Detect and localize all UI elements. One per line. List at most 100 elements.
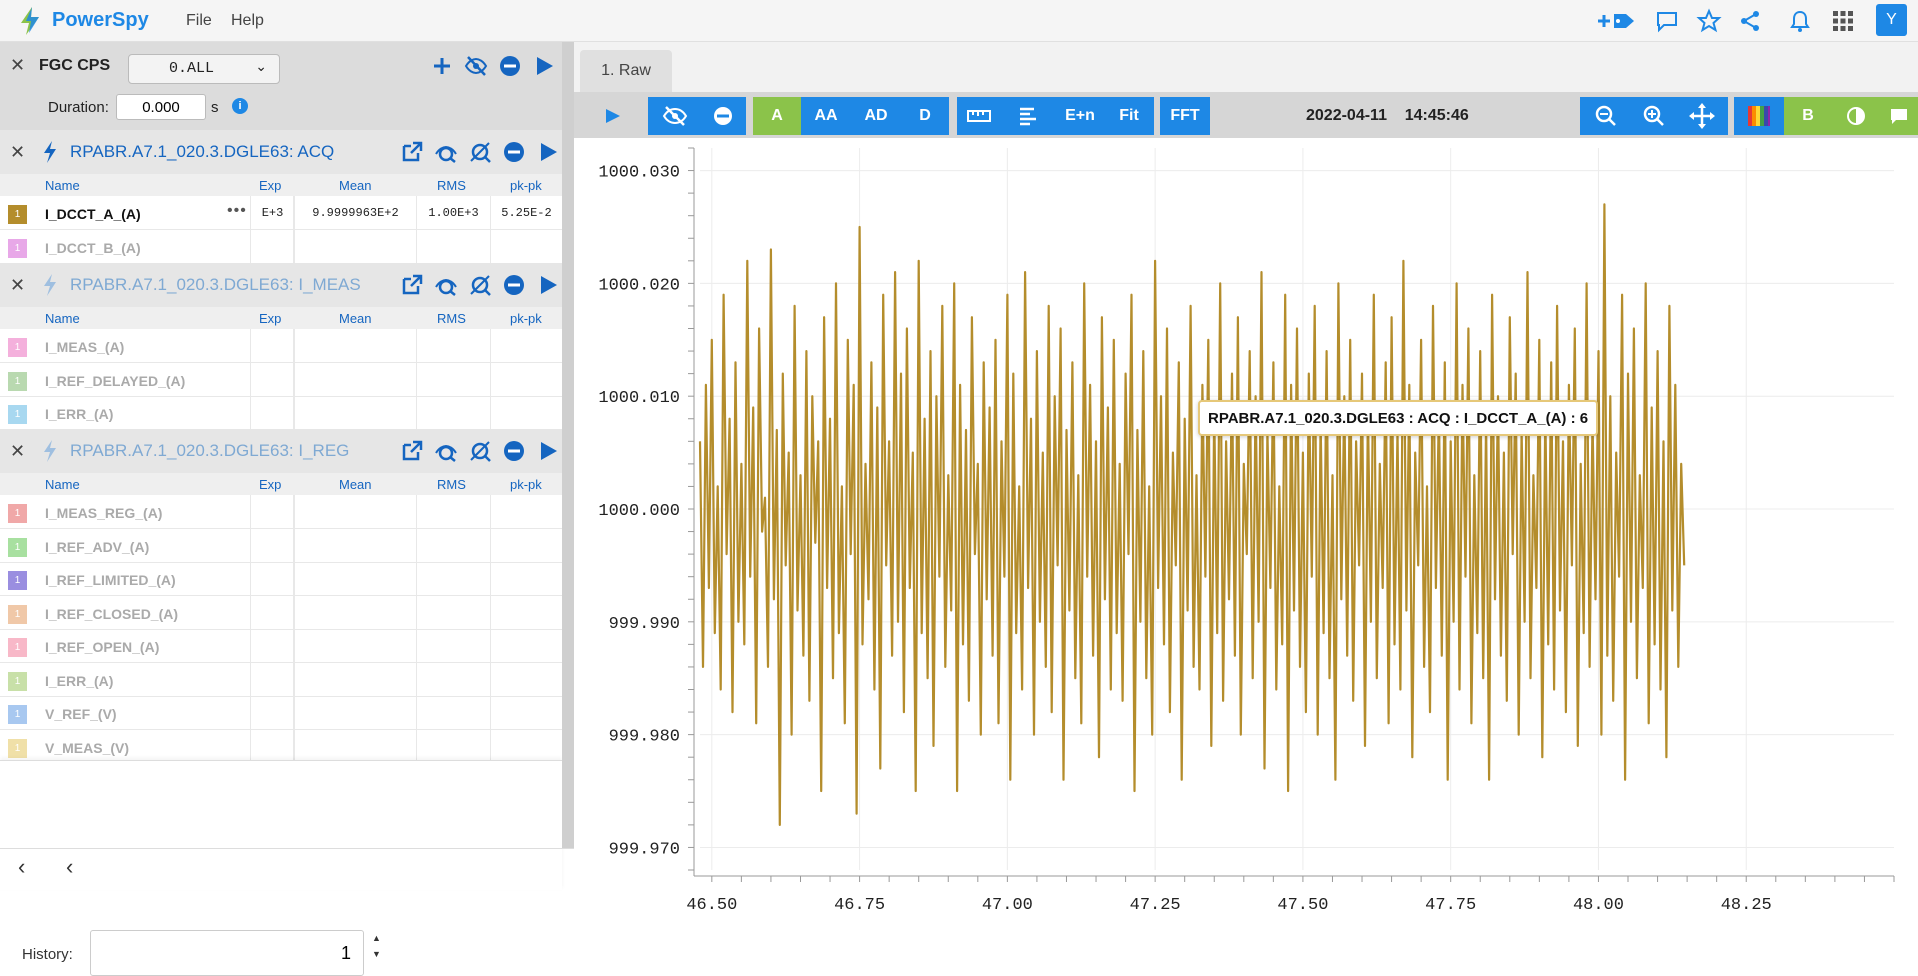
mode-ad-button[interactable]: AD <box>851 97 901 135</box>
signal-row[interactable]: 1 I_REF_LIMITED_(A) <box>0 562 562 596</box>
zoom-signal-icon[interactable] <box>468 273 492 297</box>
col-exp: Exp <box>259 477 282 492</box>
user-avatar[interactable]: Y <box>1876 4 1907 36</box>
signal-mean <box>294 662 416 697</box>
ruler-icon[interactable] <box>962 97 996 135</box>
signal-color-swatch[interactable]: 1 <box>8 638 27 657</box>
remove-icon[interactable] <box>705 97 741 135</box>
signal-row[interactable]: 1 I_DCCT_B_(A) <box>0 229 562 264</box>
signal-row[interactable]: 1 V_MEAS_(V) <box>0 729 562 764</box>
signal-row[interactable]: 1 I_ERR_(A) <box>0 396 562 430</box>
signal-pkpk <box>490 562 562 596</box>
menu-file[interactable]: File <box>186 12 212 30</box>
align-left-icon[interactable] <box>1011 97 1045 135</box>
signal-row[interactable]: 1 I_REF_DELAYED_(A) <box>0 362 562 397</box>
bold-button[interactable]: B <box>1784 97 1832 135</box>
zoom-in-icon[interactable] <box>1635 97 1673 135</box>
play-icon[interactable] <box>536 140 560 164</box>
menu-help[interactable]: Help <box>231 12 264 30</box>
duration-input[interactable] <box>116 94 206 120</box>
signal-color-swatch[interactable]: 1 <box>8 205 27 224</box>
share-icon[interactable] <box>1737 8 1763 34</box>
play-icon[interactable] <box>536 439 560 463</box>
search-signal-icon[interactable] <box>434 439 458 463</box>
hide-icon[interactable] <box>656 97 694 135</box>
close-group-icon[interactable]: ✕ <box>10 142 25 163</box>
chart-area[interactable]: 999.970 999.980 999.990 1000.000 1000.010 100… <box>574 138 1918 936</box>
mode-a-button[interactable]: A <box>753 97 801 135</box>
signal-color-swatch[interactable]: 1 <box>8 238 27 258</box>
zoom-signal-icon[interactable] <box>468 439 492 463</box>
comment-button[interactable] <box>1880 97 1918 135</box>
info-icon[interactable]: i <box>232 98 248 114</box>
tab-raw[interactable]: 1. Raw <box>580 50 672 92</box>
open-external-icon[interactable] <box>400 273 424 297</box>
raw-signal-chart[interactable]: 999.970 999.980 999.990 1000.000 1000.010 100… <box>574 138 1918 936</box>
fit-button[interactable]: Fit <box>1106 97 1152 135</box>
play-icon[interactable] <box>536 273 560 297</box>
bell-icon[interactable] <box>1787 8 1813 34</box>
history-input[interactable] <box>90 930 364 976</box>
signal-color-swatch[interactable]: 1 <box>8 405 27 424</box>
previous-icon[interactable]: ‹ <box>66 854 73 880</box>
signal-color-swatch[interactable]: 1 <box>8 504 27 523</box>
group-header: ✕ RPABR.A7.1_020.3.DGLE63: I_MEAS <box>0 263 562 307</box>
signal-color-swatch[interactable]: 1 <box>8 604 27 624</box>
signal-row[interactable]: 1 I_MEAS_(A) <box>0 329 562 363</box>
close-group-icon[interactable]: ✕ <box>10 275 25 296</box>
signal-rms: 1.00E+3 <box>416 196 490 230</box>
series-line <box>698 203 1686 827</box>
mode-d-button[interactable]: D <box>901 97 949 135</box>
pan-icon[interactable] <box>1683 97 1721 135</box>
signal-color-swatch[interactable]: 1 <box>8 338 27 357</box>
fft-button[interactable]: FFT <box>1160 97 1210 135</box>
open-external-icon[interactable] <box>400 140 424 164</box>
cycle-selector-dropdown[interactable]: 0.ALL ⌄ <box>128 54 280 84</box>
mode-aa-button[interactable]: AA <box>801 97 851 135</box>
lightning-icon <box>44 440 56 462</box>
play-icon[interactable] <box>532 54 556 78</box>
top-app-bar: PowerSpy File Help Y <box>0 0 1918 42</box>
close-group-icon[interactable]: ✕ <box>10 441 25 462</box>
signal-name: I_DCCT_B_(A) <box>45 239 141 256</box>
panel-splitter[interactable] <box>562 42 574 848</box>
signal-color-swatch[interactable]: 1 <box>8 371 27 391</box>
more-options-icon[interactable]: ••• <box>227 202 247 220</box>
zoom-signal-icon[interactable] <box>468 140 492 164</box>
signal-row[interactable]: 1 I_MEAS_REG_(A) <box>0 495 562 529</box>
signal-row[interactable]: 1 V_REF_(V) <box>0 696 562 730</box>
hide-all-icon[interactable] <box>464 54 488 78</box>
remove-icon[interactable] <box>502 439 526 463</box>
exponent-button[interactable]: E+n <box>1055 97 1105 135</box>
add-tag-icon[interactable] <box>1596 8 1638 34</box>
add-icon[interactable] <box>430 54 454 78</box>
search-signal-icon[interactable] <box>434 273 458 297</box>
signal-color-swatch[interactable]: 1 <box>8 671 27 691</box>
collapse-left-icon[interactable]: ‹ <box>18 854 25 880</box>
search-signal-icon[interactable] <box>434 140 458 164</box>
history-stepper[interactable]: ▲ ▼ <box>372 930 381 962</box>
play-icon[interactable] <box>598 97 628 135</box>
signal-color-swatch[interactable]: 1 <box>8 537 27 557</box>
group-header: ✕ RPABR.A7.1_020.3.DGLE63: I_REG <box>0 429 562 473</box>
signal-row[interactable]: 1 I_ERR_(A) <box>0 662 562 697</box>
signal-color-swatch[interactable]: 1 <box>8 571 27 590</box>
apps-grid-icon[interactable] <box>1830 8 1856 34</box>
close-device-icon[interactable]: ✕ <box>10 55 25 76</box>
remove-icon[interactable] <box>502 273 526 297</box>
remove-icon[interactable] <box>498 54 522 78</box>
signal-pkpk <box>490 362 562 397</box>
signal-row[interactable]: 1 I_REF_OPEN_(A) <box>0 629 562 663</box>
signal-row[interactable]: 1 I_REF_CLOSED_(A) <box>0 595 562 630</box>
comment-icon[interactable] <box>1654 8 1680 34</box>
signal-color-swatch[interactable]: 1 <box>8 738 27 758</box>
zoom-out-icon[interactable] <box>1587 97 1625 135</box>
signal-row[interactable]: 1 I_DCCT_A_(A) ••• E+3 9.9999963E+2 1.00E+3 5.… <box>0 196 562 230</box>
star-icon[interactable] <box>1696 8 1722 34</box>
remove-icon[interactable] <box>502 140 526 164</box>
signal-row[interactable]: 1 I_REF_ADV_(A) <box>0 528 562 563</box>
signal-color-swatch[interactable]: 1 <box>8 705 27 724</box>
open-external-icon[interactable] <box>400 439 424 463</box>
contrast-button[interactable] <box>1832 97 1880 135</box>
color-palette-button[interactable] <box>1734 97 1784 135</box>
